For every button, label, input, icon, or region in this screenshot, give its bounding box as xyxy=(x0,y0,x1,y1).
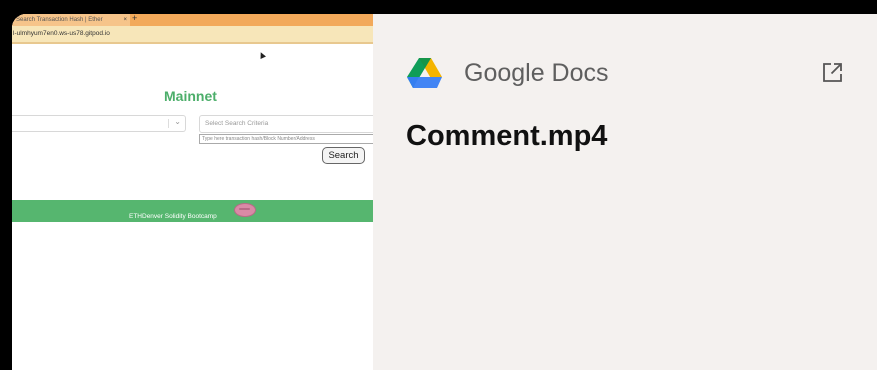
transaction-hash-placeholder: Type here transaction hash/Block Number/… xyxy=(202,136,315,142)
provider-name: Google Docs xyxy=(464,59,609,87)
preview-card[interactable]: Search Transaction Hash | Ether × + l-ul… xyxy=(12,14,877,370)
video-thumbnail[interactable]: Search Transaction Hash | Ether × + l-ul… xyxy=(12,14,373,370)
external-link-icon[interactable] xyxy=(822,62,843,83)
search-criteria-placeholder: Select Search Criteria xyxy=(205,120,269,127)
tab-close-icon[interactable]: × xyxy=(123,14,127,26)
tab-title: Search Transaction Hash | Ether xyxy=(16,17,103,23)
brain-icon xyxy=(234,203,256,217)
select-separator xyxy=(168,119,169,128)
browser-tab-bar: Search Transaction Hash | Ether × + xyxy=(12,14,373,26)
new-tab-icon[interactable]: + xyxy=(132,14,137,23)
network-select[interactable]: ⌄ xyxy=(12,115,186,132)
network-heading: Mainnet xyxy=(164,88,217,104)
page-footer: ETHDenver Solidity Bootcamp xyxy=(12,200,373,222)
footer-text: ETHDenver Solidity Bootcamp xyxy=(129,213,217,220)
search-criteria-select[interactable]: Select Search Criteria xyxy=(199,115,373,133)
search-button[interactable]: Search xyxy=(322,147,365,164)
transaction-hash-input[interactable]: Type here transaction hash/Block Number/… xyxy=(199,134,373,144)
address-divider xyxy=(12,42,373,44)
address-url: l-ulmhyum7en0.ws-us78.gitpod.io xyxy=(13,30,110,37)
chevron-down-icon[interactable]: ⌄ xyxy=(174,117,181,126)
file-title[interactable]: Comment.mp4 xyxy=(406,120,607,153)
details-panel: Google Docs Comment.mp4 xyxy=(373,14,877,370)
mouse-cursor-icon xyxy=(258,51,266,59)
browser-tab[interactable]: Search Transaction Hash | Ether × xyxy=(12,14,130,26)
google-drive-icon xyxy=(407,58,442,88)
address-bar[interactable]: l-ulmhyum7en0.ws-us78.gitpod.io xyxy=(12,26,373,42)
